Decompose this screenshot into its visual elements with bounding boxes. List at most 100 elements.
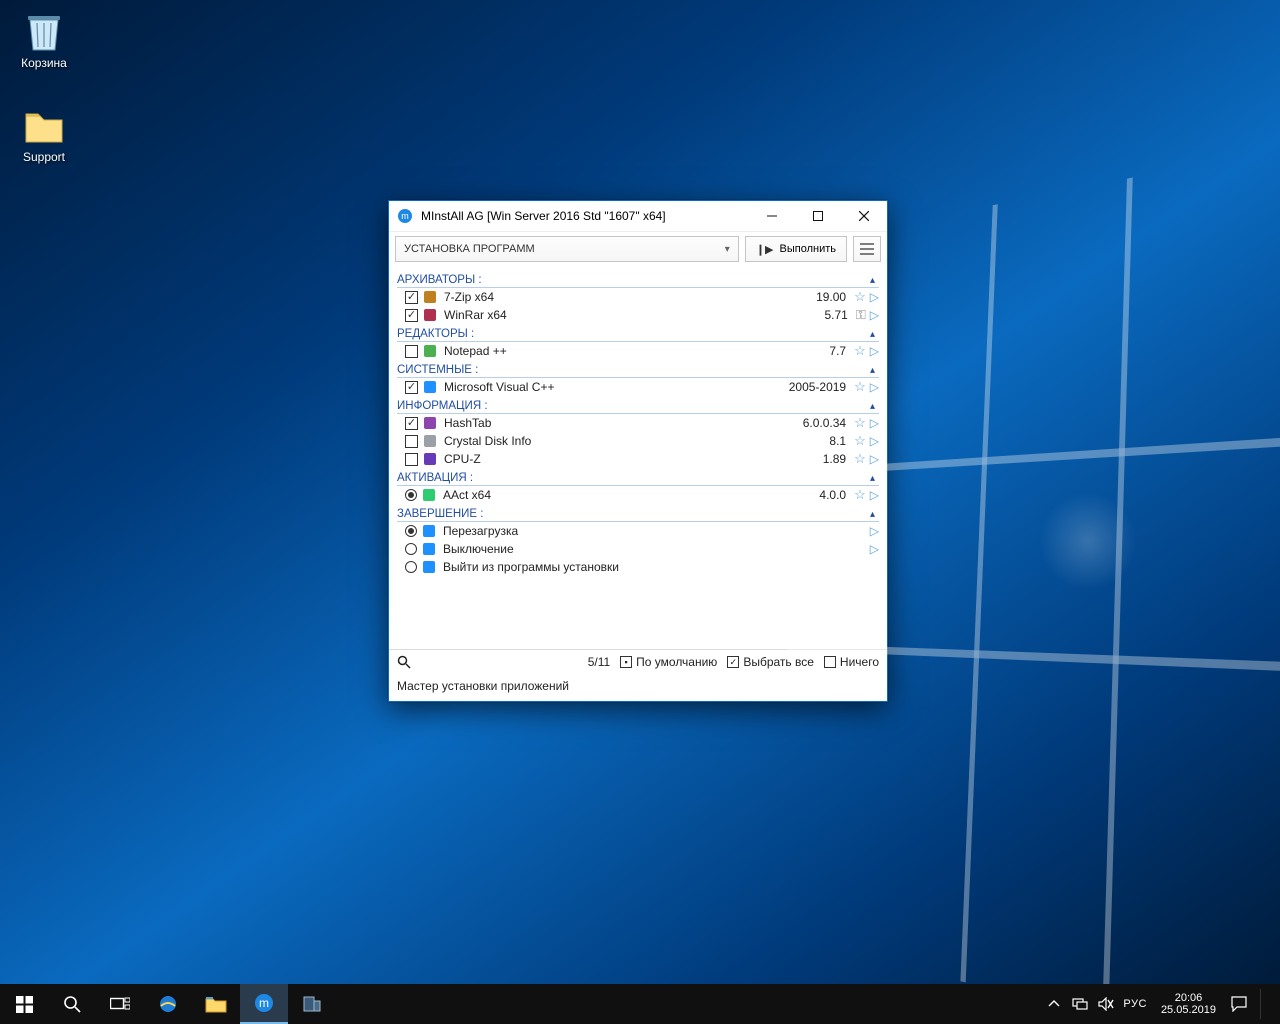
taskbar-search[interactable] [48,984,96,1024]
desktop-icon-support-folder[interactable]: Support [6,100,82,166]
window-title: MInstAll AG [Win Server 2016 Std "1607" … [421,209,749,223]
star-icon[interactable]: ☆ [854,343,866,359]
network-icon[interactable] [1071,995,1089,1013]
desktop-icon-recycle-bin[interactable]: Корзина [6,6,82,72]
section-header[interactable]: ИНФОРМАЦИЯ :▴ [397,396,879,414]
preset-default-checkbox[interactable]: ▪ [620,656,632,668]
section-header[interactable]: СИСТЕМНЫЕ :▴ [397,360,879,378]
chevron-up-icon[interactable]: ▴ [870,473,879,484]
start-button[interactable] [0,984,48,1024]
program-version: 7.7 [829,344,850,358]
section-header[interactable]: ЗАВЕРШЕНИЕ :▴ [397,504,879,522]
minimize-button[interactable] [749,201,795,231]
radio-button[interactable] [405,489,417,501]
program-version: 6.0.0.34 [803,416,850,430]
program-icon [421,541,437,557]
program-row[interactable]: ✓7-Zip x6419.00☆▷ [397,288,879,306]
chevron-up-icon[interactable]: ▴ [870,275,879,286]
star-icon[interactable]: ☆ [854,415,866,431]
titlebar[interactable]: m MInstAll AG [Win Server 2016 Std "1607… [389,201,887,231]
program-row[interactable]: CPU-Z1.89☆▷ [397,450,879,468]
chevron-up-icon[interactable]: ▴ [870,365,879,376]
section-header[interactable]: АРХИВАТОРЫ :▴ [397,270,879,288]
checkbox[interactable] [405,435,418,448]
play-icon[interactable]: ▷ [870,452,879,466]
footer-controls: 5/11 ▪ По умолчанию ✓ Выбрать все Ничего [389,649,887,674]
taskbar: m РУС 20:06 25.05.2019 [0,984,1280,1024]
program-row[interactable]: Crystal Disk Info8.1☆▷ [397,432,879,450]
preset-select-all-checkbox[interactable]: ✓ [727,656,739,668]
program-row[interactable]: Выйти из программы установки [397,558,879,576]
play-icon[interactable]: ▷ [870,488,879,502]
show-desktop-button[interactable] [1260,989,1274,1019]
taskbar-ie[interactable] [144,984,192,1024]
star-icon[interactable]: ☆ [854,487,866,503]
recycle-bin-icon [20,8,68,56]
chevron-down-icon: ▾ [725,244,730,255]
desktop-icon-label: Support [23,150,65,164]
play-icon[interactable]: ▷ [870,290,879,304]
star-icon[interactable]: ☆ [854,289,866,305]
program-row[interactable]: Notepad ++7.7☆▷ [397,342,879,360]
radio-button[interactable] [405,525,417,537]
preset-none[interactable]: Ничего [824,655,879,669]
taskbar-file-explorer[interactable] [192,984,240,1024]
play-icon[interactable]: ▷ [870,542,879,556]
play-icon[interactable]: ▷ [870,344,879,358]
program-version: 1.89 [823,452,850,466]
checkbox[interactable]: ✓ [405,381,418,394]
mode-dropdown[interactable]: УСТАНОВКА ПРОГРАММ ▾ [395,236,739,262]
chevron-up-icon[interactable]: ▴ [870,509,879,520]
system-tray: РУС 20:06 25.05.2019 [1039,984,1280,1024]
close-button[interactable] [841,201,887,231]
program-row[interactable]: Выключение▷ [397,540,879,558]
play-icon[interactable]: ▷ [870,308,879,322]
chevron-up-icon[interactable]: ▴ [870,401,879,412]
checkbox[interactable] [405,345,418,358]
selected-counter: 5/11 [588,655,610,669]
program-row[interactable]: ✓WinRar x645.71⚿▷ [397,306,879,324]
program-row[interactable]: Перезагрузка▷ [397,522,879,540]
preset-none-checkbox[interactable] [824,656,836,668]
star-icon[interactable]: ☆ [854,451,866,467]
preset-default[interactable]: ▪ По умолчанию [620,655,717,669]
play-icon[interactable]: ▷ [870,416,879,430]
program-row[interactable]: ✓HashTab6.0.0.34☆▷ [397,414,879,432]
minstall-window: m MInstAll AG [Win Server 2016 Std "1607… [388,200,888,702]
action-center-icon[interactable] [1230,995,1248,1013]
star-icon[interactable]: ☆ [854,379,866,395]
play-icon[interactable]: ▷ [870,524,879,538]
section-header[interactable]: АКТИВАЦИЯ :▴ [397,468,879,486]
language-indicator[interactable]: РУС [1123,998,1147,1010]
taskbar-server-manager[interactable] [288,984,336,1024]
program-row[interactable]: AAct x644.0.0☆▷ [397,486,879,504]
folder-icon [20,102,68,150]
checkbox[interactable]: ✓ [405,417,418,430]
search-icon[interactable] [397,655,415,669]
chevron-up-icon[interactable]: ▴ [870,329,879,340]
execute-button[interactable]: ❙▶ Выполнить [745,236,847,262]
play-icon[interactable]: ▷ [870,434,879,448]
program-row[interactable]: ✓Microsoft Visual C++2005-2019☆▷ [397,378,879,396]
checkbox[interactable] [405,453,418,466]
section-header[interactable]: РЕДАКТОРЫ :▴ [397,324,879,342]
maximize-button[interactable] [795,201,841,231]
play-icon[interactable]: ▷ [870,380,879,394]
key-icon[interactable]: ⚿ [856,307,866,323]
star-icon[interactable]: ☆ [854,433,866,449]
execute-label: Выполнить [780,243,836,255]
program-icon [422,433,438,449]
taskbar-minstall[interactable]: m [240,984,288,1024]
volume-icon[interactable] [1097,995,1115,1013]
radio-button[interactable] [405,543,417,555]
clock[interactable]: 20:06 25.05.2019 [1155,992,1222,1016]
menu-button[interactable] [853,236,881,262]
preset-select-all[interactable]: ✓ Выбрать все [727,655,814,669]
checkbox[interactable]: ✓ [405,309,418,322]
task-view-button[interactable] [96,984,144,1024]
checkbox[interactable]: ✓ [405,291,418,304]
radio-button[interactable] [405,561,417,573]
tray-chevron-up-icon[interactable] [1045,995,1063,1013]
svg-text:m: m [259,996,269,1010]
program-name: AAct x64 [441,488,815,502]
